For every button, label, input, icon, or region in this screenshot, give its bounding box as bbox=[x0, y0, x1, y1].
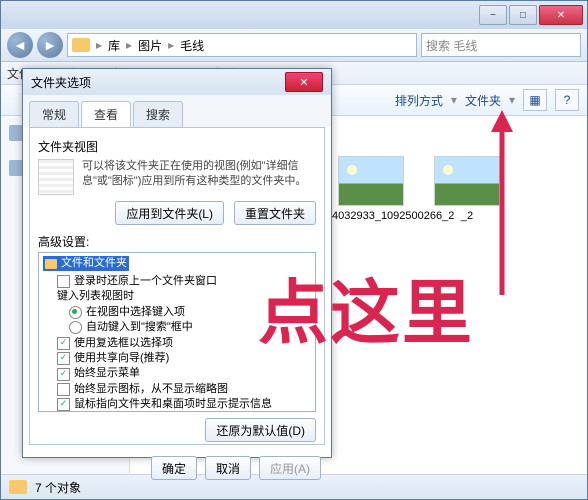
advanced-item[interactable]: 登录时还原上一个文件夹窗口 bbox=[43, 274, 311, 289]
advanced-item[interactable]: ✓鼠标指向文件夹和桌面项时显示提示信息 bbox=[43, 397, 311, 412]
advanced-item[interactable]: ✓始终显示菜单 bbox=[43, 366, 311, 381]
file-item[interactable]: _2 bbox=[428, 156, 506, 222]
cancel-button[interactable]: 取消 bbox=[205, 456, 251, 480]
folder-icon bbox=[72, 38, 90, 52]
dialog-close-button[interactable]: ✕ bbox=[285, 72, 323, 92]
radio-icon bbox=[69, 321, 82, 334]
search-input[interactable]: 搜索 毛线 bbox=[421, 33, 581, 57]
advanced-label: 高级设置: bbox=[38, 233, 316, 250]
folder-options-dialog: 文件夹选项 ✕ 常规 查看 搜索 文件夹视图 可以将该文件夹正在使用的视图(例如… bbox=[22, 68, 332, 458]
folder-link[interactable]: 文件夹 bbox=[465, 92, 501, 109]
close-button[interactable]: ✕ bbox=[539, 5, 583, 25]
help-button[interactable]: ? bbox=[555, 89, 579, 111]
checkbox-icon: ✓ bbox=[57, 337, 70, 350]
advanced-item[interactable]: ✓使用复选框以选择项 bbox=[43, 336, 311, 351]
dialog-footer: 确定 取消 应用(A) bbox=[23, 451, 331, 485]
maximize-button[interactable]: □ bbox=[509, 5, 537, 25]
back-button[interactable]: ◄ bbox=[7, 32, 33, 58]
image-thumb-icon bbox=[338, 156, 404, 206]
apply-button[interactable]: 应用(A) bbox=[259, 456, 321, 480]
forward-button[interactable]: ► bbox=[37, 32, 63, 58]
apply-to-folders-button[interactable]: 应用到文件夹(L) bbox=[115, 201, 224, 225]
advanced-item[interactable]: 始终显示图标，从不显示缩略图 bbox=[43, 382, 311, 397]
dialog-title: 文件夹选项 bbox=[31, 74, 91, 91]
advanced-item[interactable]: 键入列表视图时 bbox=[43, 289, 311, 304]
radio-icon bbox=[69, 306, 82, 319]
checkbox-icon: ✓ bbox=[57, 398, 70, 411]
advanced-item[interactable]: 自动键入到"搜索"框中 bbox=[43, 320, 311, 335]
advanced-item[interactable]: 在视图中选择键入项 bbox=[43, 305, 311, 320]
folder-view-icon bbox=[38, 159, 74, 195]
breadcrumb[interactable]: ▸ 库 ▸ 图片 ▸ 毛线 bbox=[67, 33, 417, 57]
image-thumb-icon bbox=[434, 156, 500, 206]
dialog-tabs: 常规 查看 搜索 bbox=[23, 95, 331, 127]
checkbox-icon: ✓ bbox=[57, 368, 70, 381]
folder-view-heading: 文件夹视图 bbox=[38, 138, 316, 155]
ok-button[interactable]: 确定 bbox=[151, 456, 197, 480]
minimize-button[interactable]: − bbox=[479, 5, 507, 25]
advanced-settings-list[interactable]: 文件和文件夹 登录时还原上一个文件夹窗口键入列表视图时在视图中选择键入项自动键入… bbox=[38, 252, 316, 412]
dialog-body: 文件夹视图 可以将该文件夹正在使用的视图(例如"详细信息"或"图标")应用到所有… bbox=[29, 127, 325, 445]
search-placeholder: 搜索 毛线 bbox=[426, 37, 477, 54]
breadcrumb-item[interactable]: 毛线 bbox=[180, 37, 204, 54]
breadcrumb-item[interactable]: 库 bbox=[108, 37, 120, 54]
folder-view-desc: 可以将该文件夹正在使用的视图(例如"详细信息"或"图标")应用到所有这种类型的文… bbox=[82, 159, 316, 189]
nav-bar: ◄ ► ▸ 库 ▸ 图片 ▸ 毛线 搜索 毛线 bbox=[1, 29, 587, 62]
checkbox-icon bbox=[57, 275, 70, 288]
tab-view[interactable]: 查看 bbox=[81, 101, 131, 127]
dialog-titlebar: 文件夹选项 ✕ bbox=[23, 69, 331, 95]
checkbox-icon bbox=[57, 383, 70, 396]
tab-general[interactable]: 常规 bbox=[29, 101, 79, 127]
folder-icon bbox=[45, 259, 57, 269]
view-mode-button[interactable]: ▦ bbox=[523, 89, 547, 111]
reset-folders-button[interactable]: 重置文件夹 bbox=[234, 201, 316, 225]
checkbox-icon: ✓ bbox=[57, 352, 70, 365]
tree-root[interactable]: 文件和文件夹 bbox=[43, 256, 129, 271]
tab-search[interactable]: 搜索 bbox=[133, 101, 183, 127]
sort-by-link[interactable]: 排列方式 bbox=[395, 92, 443, 109]
titlebar: − □ ✕ bbox=[1, 1, 587, 29]
restore-defaults-button[interactable]: 还原为默认值(D) bbox=[205, 418, 316, 442]
file-item[interactable]: 4032933_1092500266_2 bbox=[332, 156, 410, 222]
advanced-item[interactable]: ✓使用共享向导(推荐) bbox=[43, 351, 311, 366]
breadcrumb-item[interactable]: 图片 bbox=[138, 37, 162, 54]
